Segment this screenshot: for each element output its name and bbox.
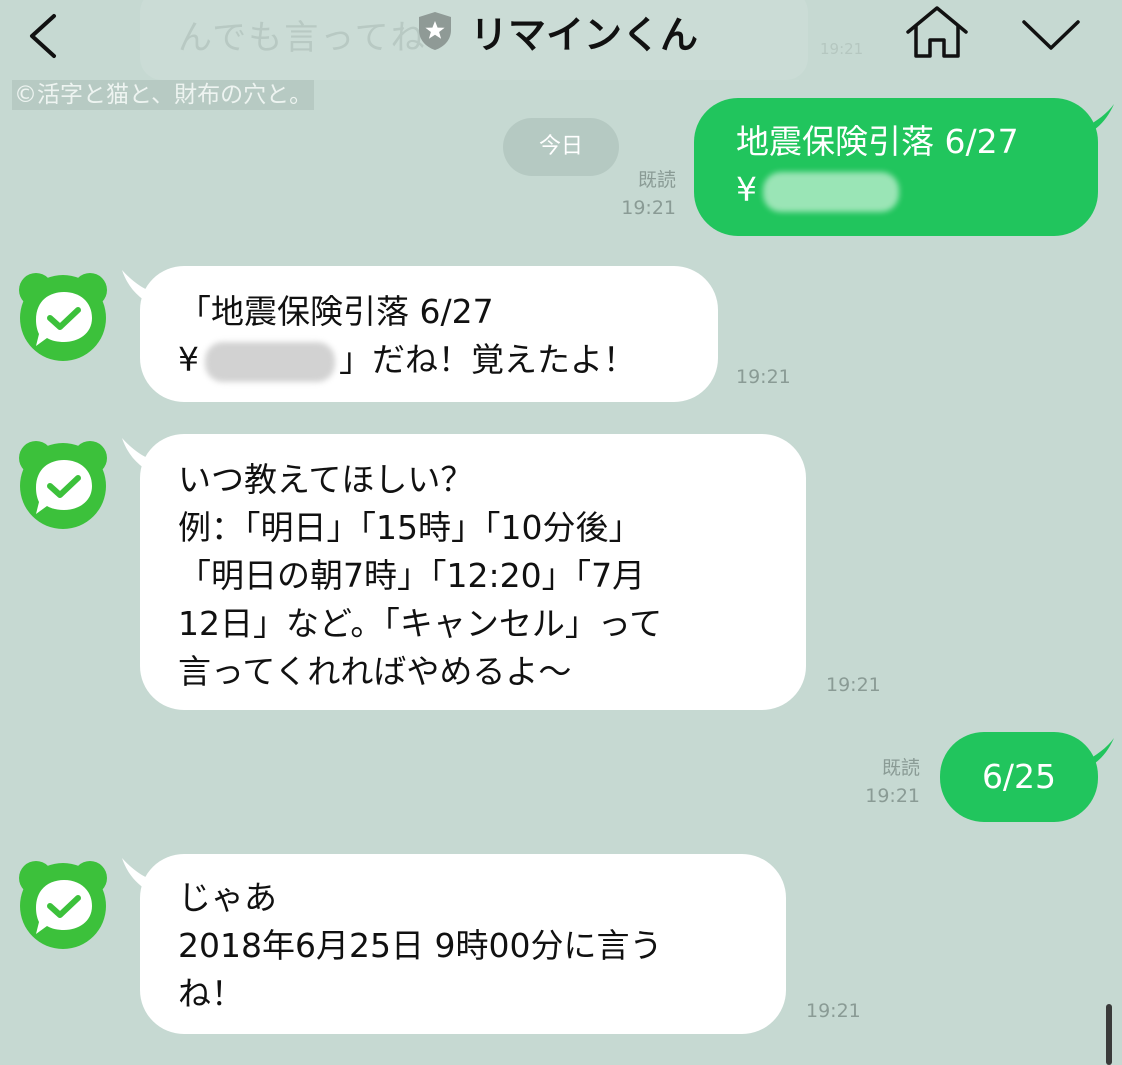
scrollbar[interactable] [1106,1004,1112,1065]
message-bubble-incoming[interactable]: 「地震保険引落 6/27 ¥ 」だね！覚えたよ！ [140,266,718,402]
home-icon[interactable] [902,4,972,60]
chat-header: んでも言ってね 19:21 リマインくん [0,0,1122,80]
chevron-left-icon[interactable] [22,12,62,60]
message-bubble-incoming[interactable]: じゃあ 2018年6月25日 9時00分に言う ね！ [140,854,786,1034]
bot-check-icon[interactable] [14,432,112,530]
message-bubble-incoming[interactable]: いつ教えてほしい？ 例：「明日」「15時」「10分後」 「明日の朝7時」「12:… [140,434,806,710]
blurred-amount [763,171,899,212]
faded-previous-text: んでも言ってね [178,18,427,58]
read-receipt: 既読 19:21 [621,169,676,219]
bot-check-icon[interactable] [14,264,112,362]
message-time: 19:21 [826,674,881,696]
message-time: 19:21 [736,366,791,388]
message-bubble-outgoing[interactable]: 地震保険引落 6/27 ¥ [694,98,1098,236]
read-receipt: 既読 19:21 [865,757,920,807]
blurred-amount [205,341,335,382]
shield-star-icon [419,12,451,50]
faded-previous-time: 19:21 [820,40,864,58]
watermark: ©活字と猫と、財布の穴と。 [12,80,315,110]
chat-title: リマインくん [470,13,699,57]
chevron-down-icon[interactable] [1020,16,1082,54]
date-divider: 今日 [503,118,619,176]
message-bubble-outgoing[interactable]: 6/25 [940,732,1098,822]
message-time: 19:21 [806,1000,861,1022]
bot-check-icon[interactable] [14,852,112,950]
